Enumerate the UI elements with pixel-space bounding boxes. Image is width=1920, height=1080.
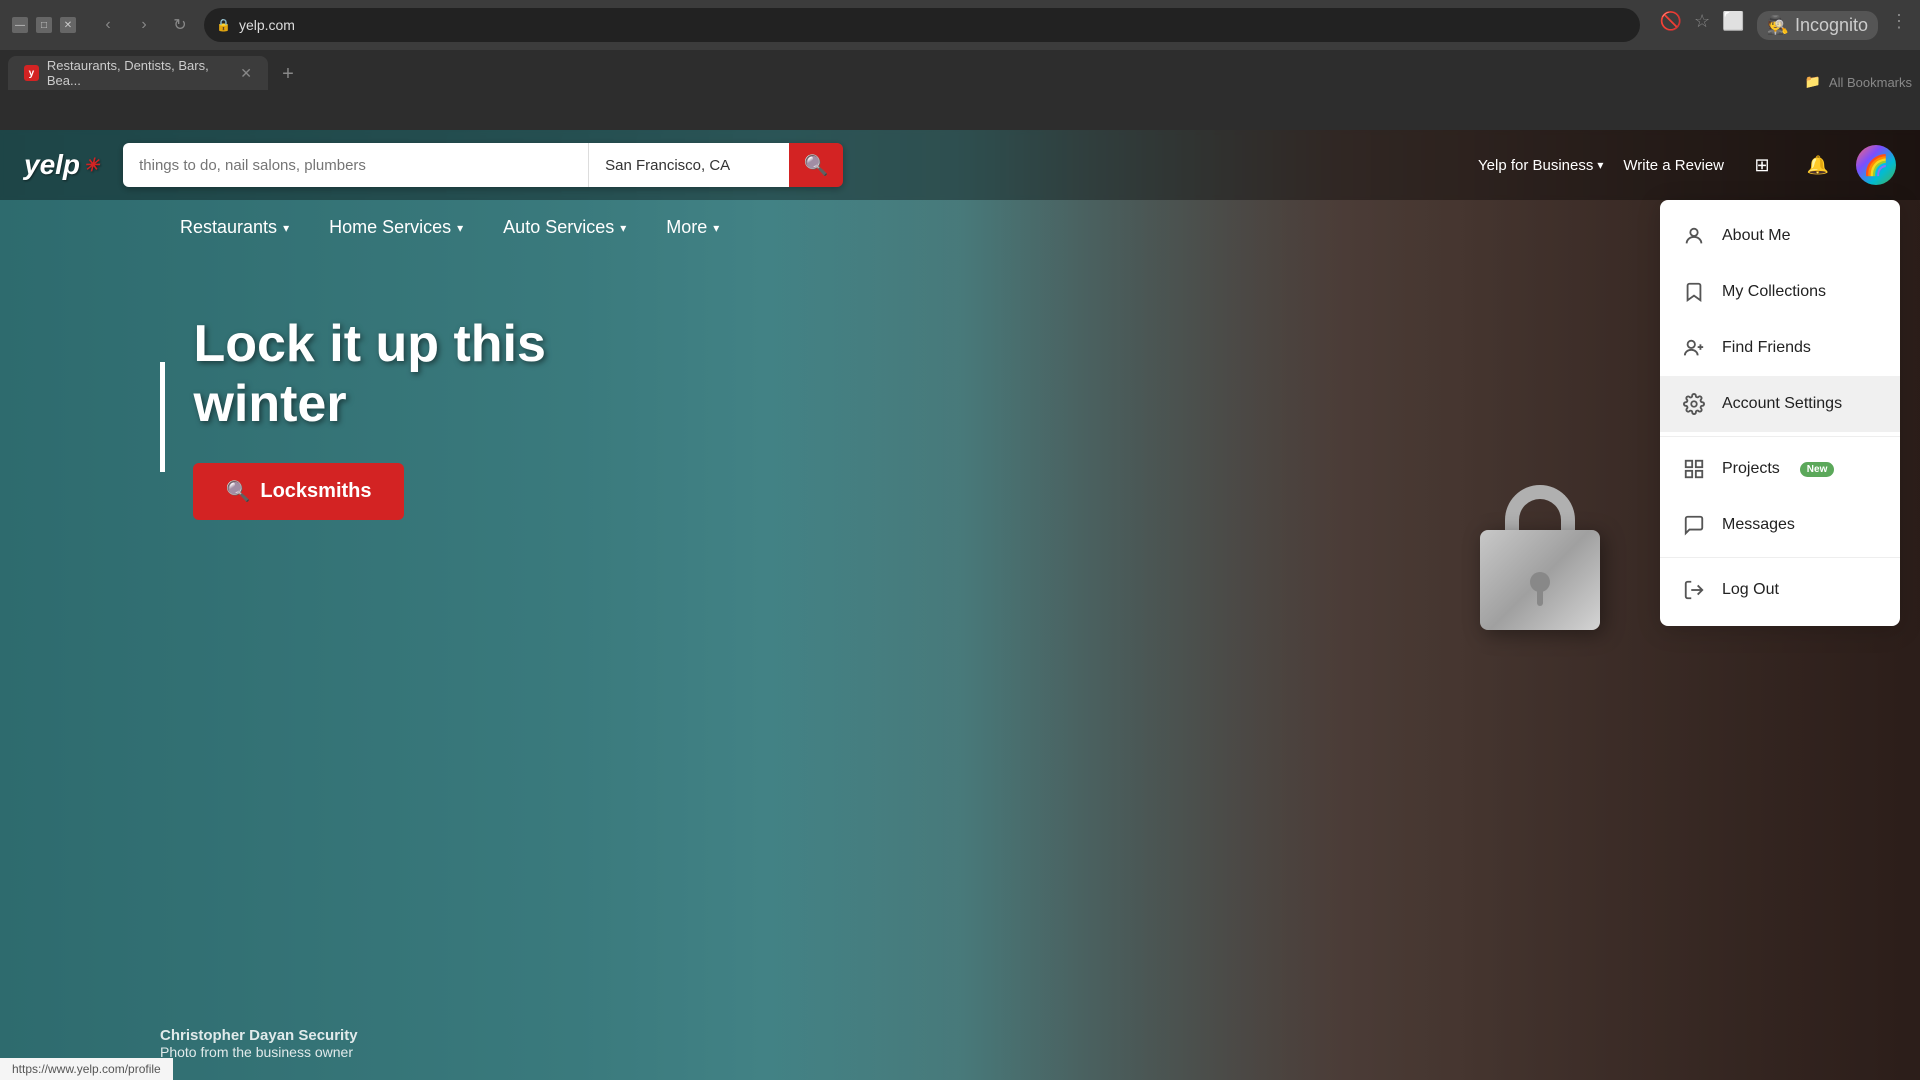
window-controls: — □ ✕ [12,17,76,33]
write-review-link[interactable]: Write a Review [1623,157,1724,174]
logo-burst: ✳ [84,155,99,176]
tab-title: Restaurants, Dentists, Bars, Bea... [47,58,232,88]
browser-extras: 🚫 ☆ ⬜ 🕵 Incognito ⋮ [1660,11,1908,40]
yelp-for-business-link[interactable]: Yelp for Business ▾ [1478,157,1603,174]
star-icon[interactable]: ☆ [1694,11,1710,40]
tab-close-button[interactable]: ✕ [240,65,252,82]
chevron-down-icon: ▾ [713,221,719,235]
back-button[interactable]: ‹ [92,9,124,41]
bookmarks-folder-icon: 📁 [1805,74,1821,90]
menu-item-find-friends[interactable]: Find Friends [1660,320,1900,376]
yelp-logo[interactable]: yelp ✳ [24,149,99,181]
accent-bar [160,362,165,472]
incognito-badge: 🕵 Incognito [1757,11,1878,40]
tab-favicon: y [24,65,39,81]
nav-buttons: ‹ › ↻ [92,9,196,41]
bookmarks-label: All Bookmarks [1829,75,1912,90]
address-bar[interactable]: 🔒 yelp.com [204,8,1640,42]
menu-item-my-collections[interactable]: My Collections [1660,264,1900,320]
user-avatar-button[interactable]: 🌈 [1856,145,1896,185]
browser-toolbar: — □ ✕ ‹ › ↻ 🔒 yelp.com 🚫 ☆ ⬜ 🕵 Incognito… [0,0,1920,50]
chevron-down-icon: ▾ [1597,158,1603,172]
new-tab-button[interactable]: + [272,58,304,90]
yelp-page: yelp ✳ 🔍 Yelp for Business ▾ Write a Rev… [0,130,1920,1080]
nav-item-restaurants[interactable]: Restaurants ▾ [160,200,309,255]
nav-item-auto-services[interactable]: Auto Services ▾ [483,200,646,255]
search-button[interactable]: 🔍 [789,143,843,187]
menu-item-about-me[interactable]: About Me [1660,208,1900,264]
refresh-button[interactable]: ↻ [164,9,196,41]
hero-content: Lock it up this winter 🔍 Locksmiths [0,255,1920,580]
locksmiths-button[interactable]: 🔍 Locksmiths [193,463,403,520]
photo-credit: Christopher Dayan Security Photo from th… [160,1027,358,1060]
eye-off-icon[interactable]: 🚫 [1660,11,1682,40]
menu-divider-1 [1660,436,1900,437]
menu-item-projects[interactable]: Projects New [1660,441,1900,497]
yelp-nav: Restaurants ▾ Home Services ▾ Auto Servi… [0,200,1920,255]
yelp-header: yelp ✳ 🔍 Yelp for Business ▾ Write a Rev… [0,130,1920,200]
nav-item-more[interactable]: More ▾ [646,200,739,255]
chat-icon [1680,511,1708,539]
chevron-down-icon: ▾ [457,221,463,235]
menu-divider-2 [1660,557,1900,558]
header-links: Yelp for Business ▾ Write a Review ⊞ 🔔 🌈 [1478,145,1896,185]
chevron-down-icon: ▾ [283,221,289,235]
search-where-input[interactable] [589,143,789,187]
tabs-bar: y Restaurants, Dentists, Bars, Bea... ✕ … [0,50,1920,90]
gear-icon [1680,390,1708,418]
search-container: 🔍 [123,143,843,187]
user-dropdown-menu: About Me My Collections Find Friends [1660,200,1900,626]
logo-text: yelp [24,149,80,181]
nav-item-home-services[interactable]: Home Services ▾ [309,200,483,255]
projects-icon[interactable]: ⊞ [1744,147,1780,183]
lock-icon: 🔒 [216,18,231,32]
search-icon: 🔍 [225,479,250,504]
person-icon [1680,222,1708,250]
menu-item-log-out[interactable]: Log Out [1660,562,1900,618]
active-tab[interactable]: y Restaurants, Dentists, Bars, Bea... ✕ [8,56,268,90]
minimize-button[interactable]: — [12,17,28,33]
notifications-icon[interactable]: 🔔 [1800,147,1836,183]
close-button[interactable]: ✕ [60,17,76,33]
search-what-input[interactable] [123,143,588,187]
url-text: yelp.com [239,17,295,33]
new-badge: New [1800,462,1835,477]
menu-item-account-settings[interactable]: Account Settings [1660,376,1900,432]
tablet-icon[interactable]: ⬜ [1722,11,1744,40]
grid-icon [1680,455,1708,483]
bookmark-icon [1680,278,1708,306]
forward-button[interactable]: › [128,9,160,41]
browser-chrome: — □ ✕ ‹ › ↻ 🔒 yelp.com 🚫 ☆ ⬜ 🕵 Incognito… [0,0,1920,130]
hero-text: Lock it up this winter 🔍 Locksmiths [193,315,545,520]
status-bar: https://www.yelp.com/profile [0,1058,173,1080]
more-options-icon[interactable]: ⋮ [1890,11,1908,40]
chevron-down-icon: ▾ [620,221,626,235]
person-add-icon [1680,334,1708,362]
hero-title: Lock it up this winter [193,315,545,435]
maximize-button[interactable]: □ [36,17,52,33]
exit-icon [1680,576,1708,604]
menu-item-messages[interactable]: Messages [1660,497,1900,553]
